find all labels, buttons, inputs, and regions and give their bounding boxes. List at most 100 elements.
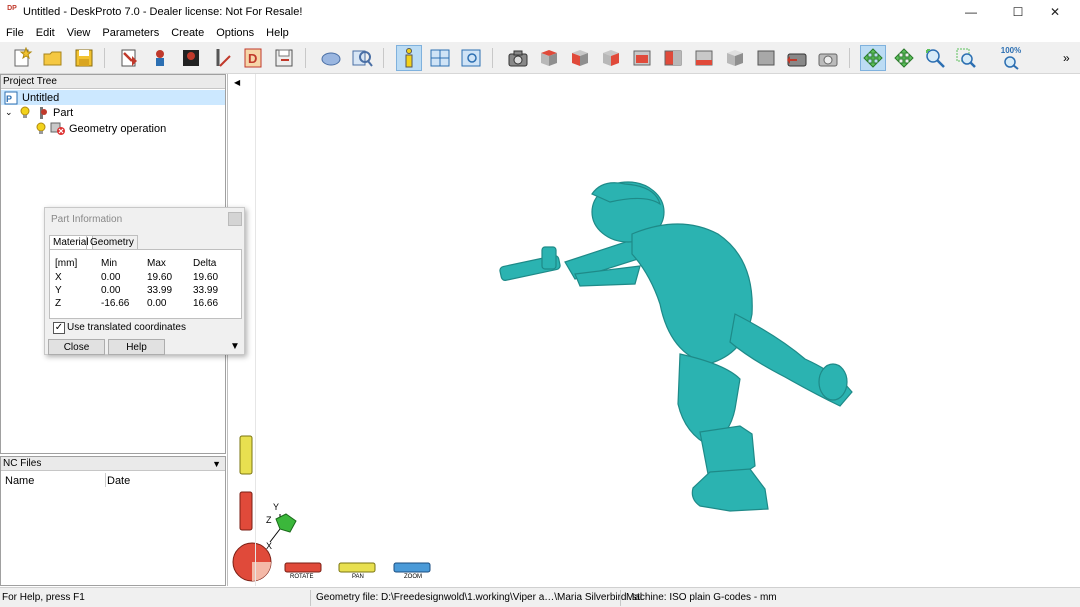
menu-view[interactable]: View: [61, 27, 97, 39]
pan-slider-icon[interactable]: [239, 435, 253, 475]
save-icon[interactable]: [71, 45, 97, 71]
lightbulb-icon[interactable]: [35, 122, 47, 136]
status-divider: [620, 590, 621, 606]
tree-item-project[interactable]: P Untitled: [1, 90, 225, 105]
table-cell: X: [55, 272, 62, 283]
d-operation-icon[interactable]: D: [240, 45, 266, 71]
menu-create[interactable]: Create: [165, 27, 210, 39]
minimize-button[interactable]: —: [948, 0, 994, 24]
nc-column-name[interactable]: Name: [5, 475, 34, 487]
zoom-100-button[interactable]: 100%: [998, 45, 1024, 71]
menu-file[interactable]: File: [0, 27, 30, 39]
viewport-canvas: [232, 181, 853, 582]
bitmap-icon[interactable]: [178, 45, 204, 71]
dropdown-arrow-icon[interactable]: ▼: [212, 457, 221, 471]
table-cell: 19.60: [193, 272, 219, 283]
status-divider: [310, 590, 311, 606]
table-header-unit: [mm]: [55, 258, 78, 269]
part-dimensions-table: [mm] Min Max Delta X 0.00 19.60 19.60 Y …: [49, 249, 242, 319]
zoom-tool-icon[interactable]: [922, 45, 948, 71]
view-front-icon[interactable]: [567, 45, 593, 71]
save-nc-icon[interactable]: [271, 45, 297, 71]
simulation-icon[interactable]: [318, 45, 344, 71]
window-title: Untitled - DeskProto 7.0 - Dealer licens…: [23, 6, 303, 18]
view-back-icon[interactable]: [629, 45, 655, 71]
vector-icon[interactable]: [209, 45, 235, 71]
menu-bar: File Edit View Parameters Create Options…: [0, 24, 1080, 42]
view-iso-icon[interactable]: [722, 45, 748, 71]
preview-zoom-icon[interactable]: [349, 45, 375, 71]
rotate-bar-icon[interactable]: [284, 562, 322, 573]
zoom-bar-icon[interactable]: [393, 562, 431, 573]
help-button[interactable]: Help: [108, 339, 165, 355]
dialog-close-button[interactable]: [228, 212, 242, 226]
view-bottom-icon[interactable]: [691, 45, 717, 71]
zoom-window-icon[interactable]: [953, 45, 979, 71]
lightbulb-icon[interactable]: [19, 106, 31, 120]
table-cell: 33.99: [193, 285, 219, 296]
axis-z-label: Z: [266, 515, 272, 525]
status-machine: Machine: ISO plain G-codes - mm: [626, 592, 777, 603]
geometry-operation-icon: [50, 122, 65, 135]
collapse-panel-icon[interactable]: ◀: [234, 78, 240, 87]
toolbar: D 100% »: [0, 42, 1080, 74]
close-button[interactable]: Close: [48, 339, 105, 355]
tree-item-project-label: Untitled: [22, 91, 60, 104]
table-cell: 0.00: [101, 285, 121, 296]
model-figure[interactable]: [499, 181, 853, 512]
status-geometry-file: Geometry file: D:\Freedesignwold\1.worki…: [316, 592, 643, 603]
close-window-button[interactable]: ✕: [1032, 0, 1078, 24]
chevron-down-icon[interactable]: ⌄: [5, 107, 15, 118]
tree-item-geometry-operation[interactable]: Geometry operation: [35, 121, 166, 136]
part-icon: [40, 106, 47, 119]
table-cell: 19.60: [147, 272, 173, 283]
expand-arrow-icon[interactable]: ▼: [230, 341, 240, 352]
dialog-title: Part Information: [51, 214, 123, 225]
table-cell: Z: [55, 298, 62, 309]
app-logo-icon: DP: [7, 5, 17, 12]
tab-geometry[interactable]: Geometry: [86, 235, 138, 250]
translated-coordinates-label: Use translated coordinates: [67, 322, 186, 333]
zoom-control-label: ZOOM: [404, 574, 422, 580]
viewport-divider: [255, 74, 256, 586]
load-geometry-icon[interactable]: [116, 45, 142, 71]
info-icon[interactable]: [396, 45, 422, 71]
menu-help[interactable]: Help: [260, 27, 295, 39]
open-folder-icon[interactable]: [40, 45, 66, 71]
pan-bar-icon[interactable]: [338, 562, 376, 573]
window-zoom-icon[interactable]: [458, 45, 484, 71]
menu-parameters[interactable]: Parameters: [96, 27, 165, 39]
nc-column-date[interactable]: Date: [107, 475, 130, 487]
toolbar-overflow-icon[interactable]: »: [1063, 51, 1070, 65]
part-geometry-icon[interactable]: [147, 45, 173, 71]
3d-viewport[interactable]: Y Z X ROTATE PAN ZOOM: [230, 74, 1080, 586]
rotate-tool-icon[interactable]: [860, 45, 886, 71]
nc-files-panel: NC Files ▼ Name Date: [0, 456, 226, 586]
status-help-text: For Help, press F1: [2, 592, 85, 603]
camera-red-icon[interactable]: [784, 45, 810, 71]
nc-files-header: NC Files ▼: [1, 457, 225, 471]
project-icon: P: [4, 91, 18, 104]
table-header-max: Max: [147, 258, 166, 269]
view-top-icon[interactable]: [536, 45, 562, 71]
tree-item-part[interactable]: ⌄ Part: [5, 105, 73, 120]
pan-control-label: PAN: [352, 574, 364, 580]
pan-tool-icon[interactable]: [891, 45, 917, 71]
nc-files-header-label: NC Files: [3, 458, 42, 469]
view-grey-icon[interactable]: [753, 45, 779, 71]
menu-edit[interactable]: Edit: [30, 27, 61, 39]
axis-indicator: [269, 513, 297, 543]
camera-view-icon[interactable]: [505, 45, 531, 71]
translated-coordinates-checkbox[interactable]: ✓: [53, 322, 65, 334]
column-divider: [105, 473, 106, 487]
tree-item-geometry-operation-label: Geometry operation: [69, 122, 167, 135]
menu-options[interactable]: Options: [210, 27, 260, 39]
camera-grey-icon[interactable]: [815, 45, 841, 71]
new-project-icon[interactable]: [9, 45, 35, 71]
view-left-icon[interactable]: [660, 45, 686, 71]
zoom-percent-label: 100%: [1000, 46, 1022, 55]
axis-y-label: Y: [273, 502, 280, 512]
rotate-slider-icon[interactable]: [239, 491, 253, 531]
view-right-icon[interactable]: [598, 45, 624, 71]
layout-icon[interactable]: [427, 45, 453, 71]
